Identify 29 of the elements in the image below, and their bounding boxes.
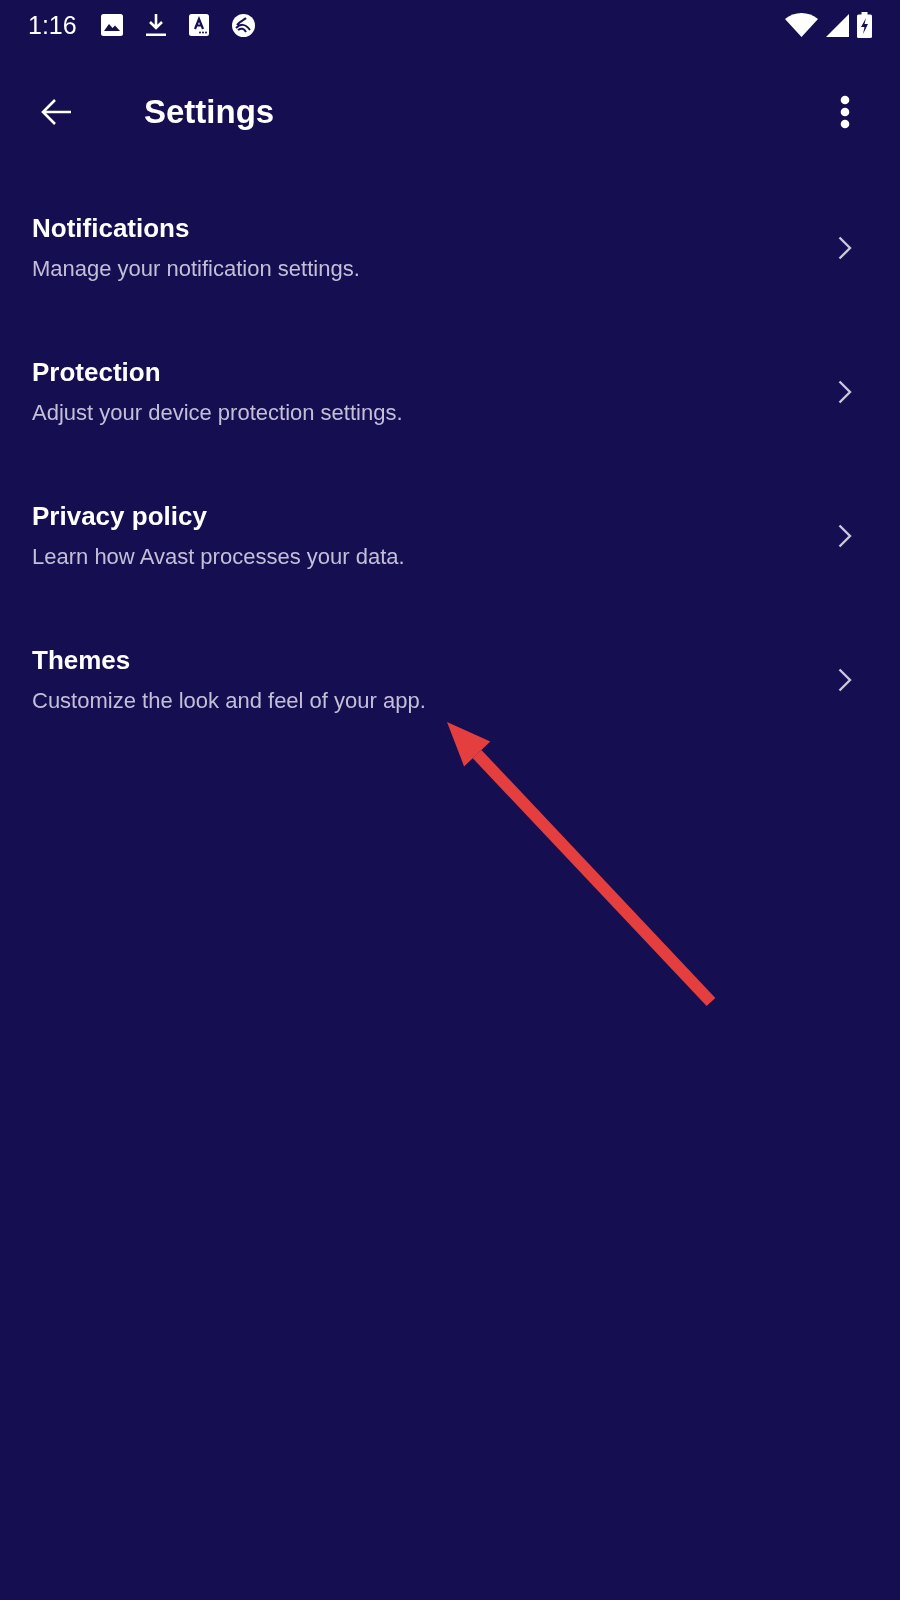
item-description: Manage your notification settings.	[32, 255, 360, 283]
more-vertical-icon	[840, 95, 850, 129]
settings-list-item[interactable]: Protection Adjust your device protection settings.	[0, 326, 900, 470]
chevron-right-icon	[838, 236, 852, 260]
settings-list-item[interactable]: Notifications Manage your notification settings.	[0, 182, 900, 326]
circle-logo-icon	[231, 13, 255, 37]
page-title: Settings	[144, 92, 276, 132]
item-title: Privacy policy	[32, 500, 208, 532]
wifi-icon	[785, 13, 818, 37]
chevron-right-icon	[838, 380, 852, 404]
item-description: Learn how Avast processes your data.	[32, 543, 405, 571]
clock-time: 1:16	[28, 10, 77, 40]
item-title: Themes	[32, 644, 132, 676]
image-icon	[100, 14, 123, 36]
item-description: Customize the look and feel of your app.	[32, 687, 426, 715]
battery-charging-icon	[857, 12, 872, 38]
item-description: Adjust your device protection settings.	[32, 399, 403, 427]
item-title: Protection	[32, 356, 162, 388]
settings-list-item[interactable]: Privacy policy Learn how Avast processes your data.	[0, 470, 900, 614]
more-options-button[interactable]	[840, 95, 850, 129]
letter-tile-icon	[188, 14, 209, 36]
chevron-right-icon	[838, 524, 852, 548]
download-icon	[145, 14, 166, 36]
chevron-right-icon	[838, 668, 852, 692]
back-button[interactable]	[40, 98, 72, 126]
settings-list-item[interactable]: Themes Customize the look and feel of your app.	[0, 614, 900, 758]
item-title: Notifications	[32, 212, 191, 244]
signal-icon	[826, 13, 849, 37]
arrow-left-icon	[40, 98, 72, 126]
